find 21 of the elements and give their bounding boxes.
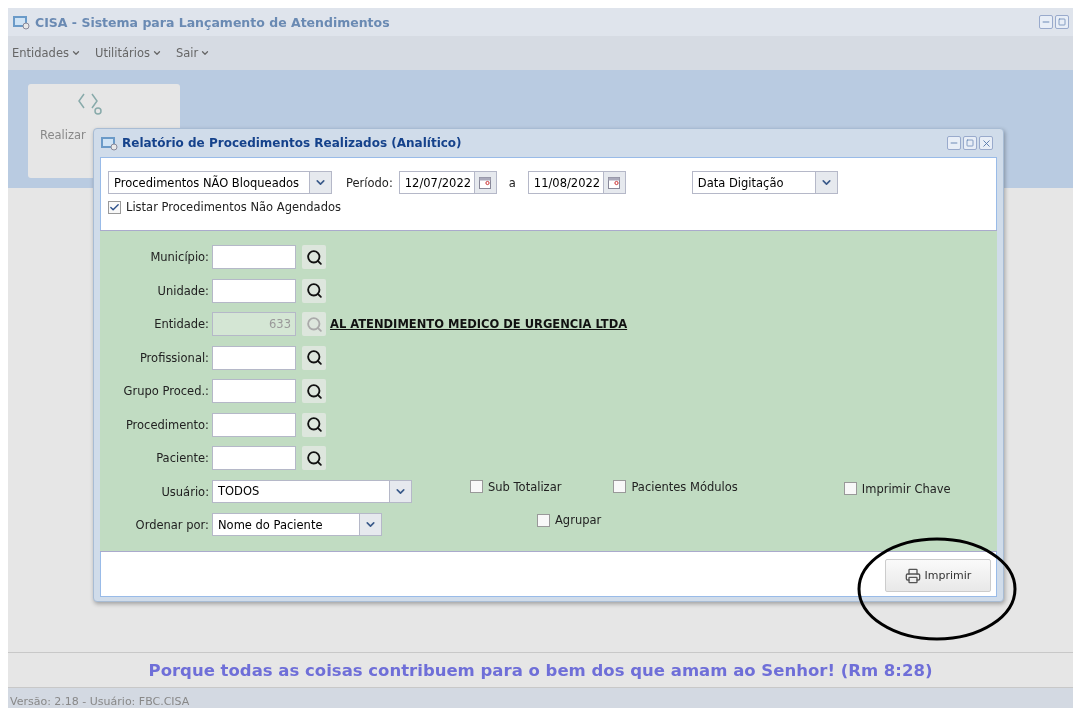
quote-text: Porque todas as coisas contribuem para o bem dos que amam ao Senhor! (Rm 8:28) [8, 652, 1073, 688]
period-label: Período: [346, 175, 393, 190]
checkbox-label: Agrupar [555, 513, 602, 527]
checkbox-label: Imprimir Chave [861, 481, 951, 496]
field-label: Grupo Proced.: [122, 383, 210, 400]
field-label: Ordenar por: [134, 517, 210, 534]
field-label: Entidade: [153, 316, 210, 333]
field-label: Unidade: [156, 282, 210, 300]
window-title: CISA - Sistema para Lançamento de Atendimentos [35, 14, 390, 30]
dialog-title: Relatório de Procedimentos Realizados (Analítico) [122, 136, 462, 150]
checkbox-label: Pacientes Módulos [631, 479, 738, 494]
field-label: Usuário: [160, 483, 210, 501]
field-label: Procedimento: [124, 416, 210, 434]
checkbox-label: Listar Procedimentos Não Agendados [126, 200, 341, 214]
field-label: Município: [149, 249, 210, 266]
tile-label: Realizar [40, 128, 86, 142]
field-label: Paciente: [155, 450, 210, 467]
field-label: Profissional: [138, 349, 210, 367]
status-text: Versão: 2.18 - Usuário: FBC.CISA [10, 695, 190, 708]
date-separator: a [508, 175, 516, 190]
checkbox-label: Sub Totalizar [488, 479, 562, 494]
